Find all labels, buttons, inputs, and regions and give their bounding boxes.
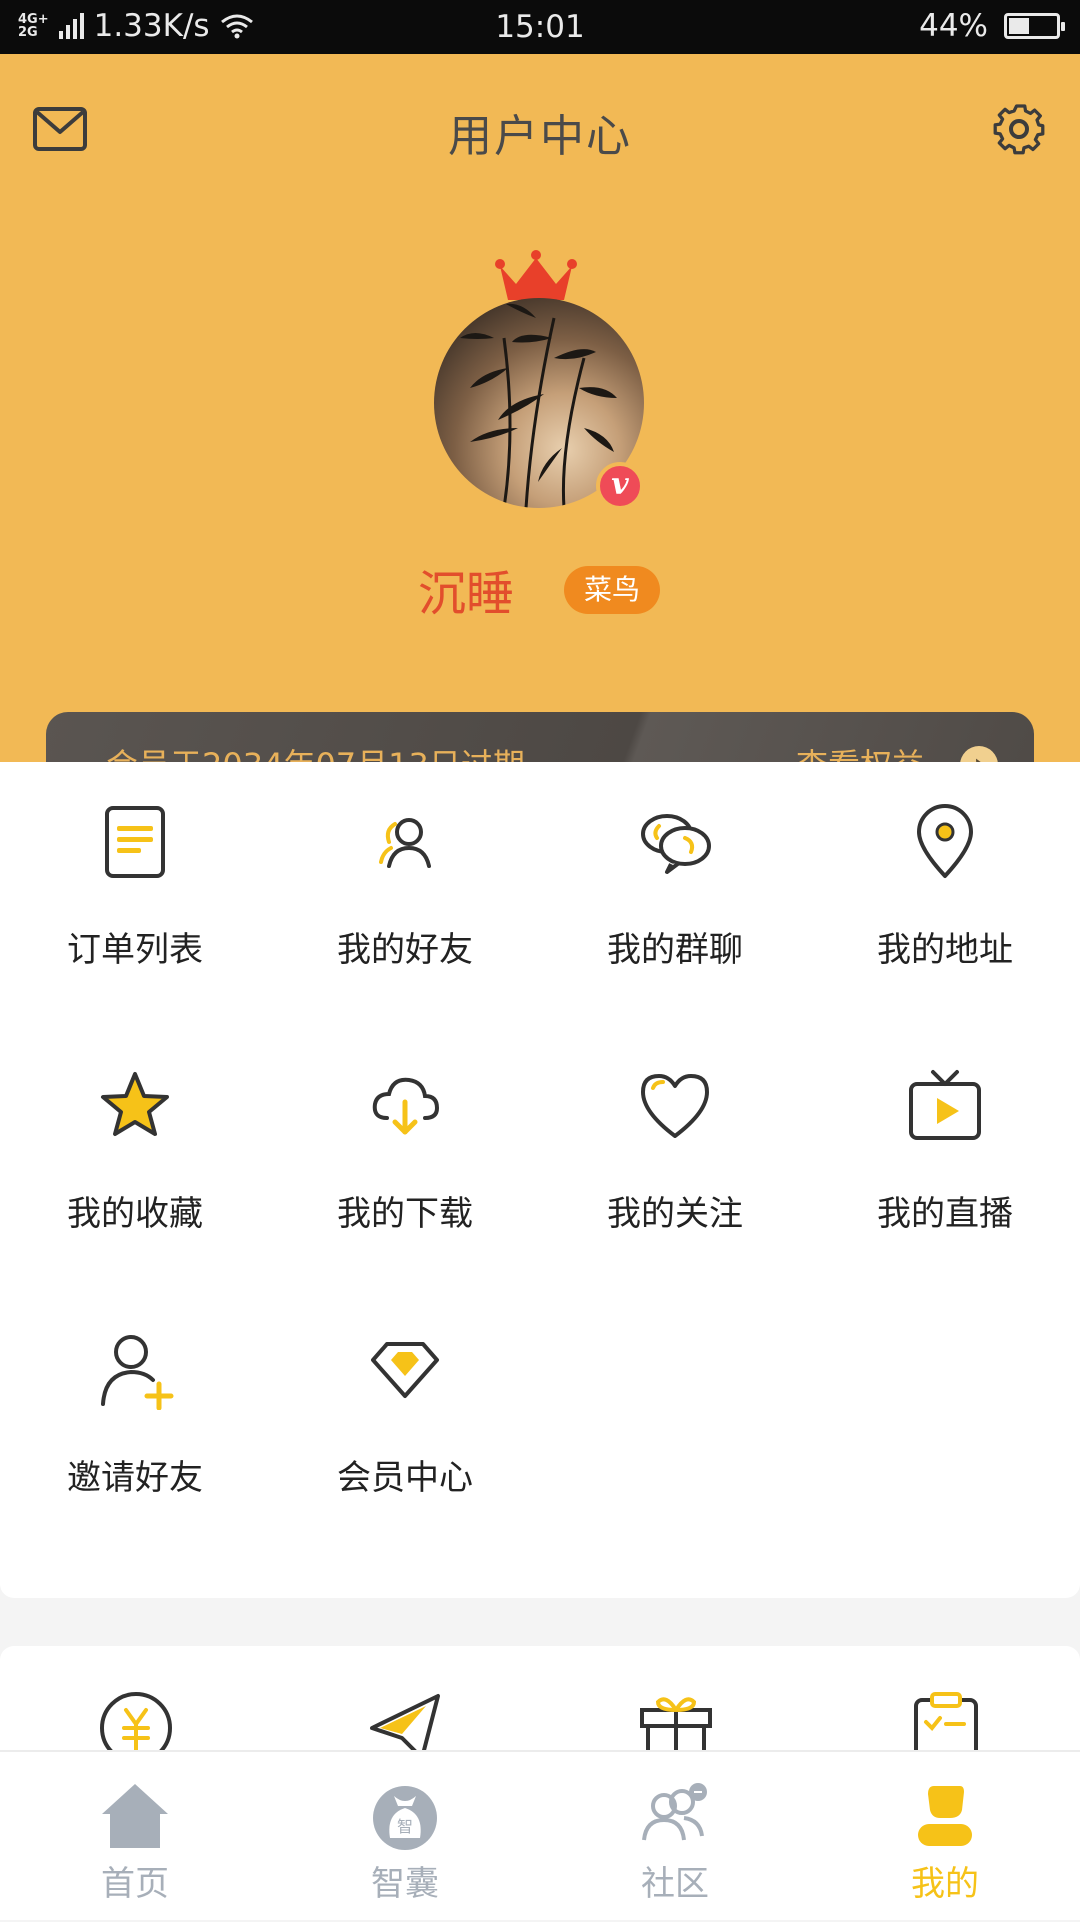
tv-play-icon: [909, 1070, 981, 1140]
diamond-icon: [371, 1342, 439, 1398]
tools-row: [0, 1646, 1080, 1756]
menu-item-downloads[interactable]: 我的下载: [270, 1026, 540, 1266]
menu-label: 我的关注: [607, 1194, 743, 1234]
money-bag-icon: 智: [373, 1786, 437, 1850]
menu-item-following[interactable]: 我的关注: [540, 1026, 810, 1266]
menu-item-group-chat[interactable]: 我的群聊: [540, 762, 810, 1002]
menu-label: 我的地址: [877, 930, 1013, 970]
group-chat-icon: [641, 814, 711, 874]
level-badge: 菜鸟: [564, 566, 660, 614]
money-bag-text: 智: [397, 1817, 413, 1836]
menu-label: 我的好友: [337, 930, 473, 970]
menu-label: 我的群聊: [607, 930, 743, 970]
heart-icon: [641, 1074, 709, 1138]
menu-label: 订单列表: [67, 930, 203, 970]
page-title: 用户中心: [448, 111, 632, 162]
order-list-icon: [105, 806, 165, 878]
status-bar: 4G+ 2G 1.33K/s 15:01 44%: [0, 0, 1080, 54]
verified-badge: v: [596, 462, 644, 510]
tab-label: 我的: [911, 1864, 979, 1904]
menu-label: 我的收藏: [67, 1194, 203, 1234]
menu-item-live[interactable]: 我的直播: [810, 1026, 1080, 1266]
bottom-tab-bar: 首页 智 智囊 社区 我的: [0, 1750, 1080, 1920]
avatar-area[interactable]: v: [434, 248, 644, 518]
tab-label: 社区: [641, 1864, 709, 1904]
menu-label: 会员中心: [337, 1458, 473, 1498]
menu-item-address[interactable]: 我的地址: [810, 762, 1080, 1002]
menu-grid: 订单列表 我的好友 我的群聊 我的地址 我的收藏 我的下载 我的关注 我的直播 …: [0, 762, 1080, 1598]
person-icon: [918, 1786, 972, 1846]
tab-home[interactable]: 首页: [0, 1752, 270, 1922]
gift-box-icon[interactable]: [636, 1688, 716, 1756]
username: 沉睡: [418, 566, 515, 622]
menu-label: 我的直播: [877, 1194, 1013, 1234]
star-icon: [101, 1072, 169, 1136]
community-icon: [642, 1783, 707, 1841]
clock: 15:01: [495, 9, 585, 45]
tab-label: 智囊: [371, 1864, 439, 1904]
gear-icon[interactable]: [990, 100, 1048, 158]
menu-item-order-list[interactable]: 订单列表: [0, 762, 270, 1002]
location-pin-icon: [917, 804, 973, 878]
menu-item-invite[interactable]: 邀请好友: [0, 1290, 270, 1530]
menu-item-friends[interactable]: 我的好友: [270, 762, 540, 1002]
tab-mine[interactable]: 我的: [810, 1752, 1080, 1922]
cloud-download-icon: [372, 1077, 440, 1135]
menu-label: 邀请好友: [67, 1458, 203, 1498]
status-right: 44%: [919, 8, 1065, 44]
paper-plane-icon[interactable]: [366, 1688, 446, 1756]
tab-label: 首页: [101, 1864, 169, 1904]
menu-label: 我的下载: [337, 1194, 473, 1234]
tab-think-tank[interactable]: 智 智囊: [270, 1752, 540, 1922]
add-user-icon: [101, 1335, 174, 1410]
yuan-coin-icon[interactable]: [96, 1688, 176, 1756]
friends-icon: [379, 818, 431, 868]
user-header: 用户中心 v 沉睡 菜鸟: [0, 54, 1080, 816]
home-icon: [102, 1784, 168, 1848]
menu-item-vip-center[interactable]: 会员中心: [270, 1290, 540, 1530]
tab-community[interactable]: 社区: [540, 1752, 810, 1922]
battery-icon: [1004, 13, 1065, 39]
battery-percent: 44%: [919, 8, 988, 44]
clipboard-checklist-icon[interactable]: [906, 1688, 986, 1756]
menu-item-favorites[interactable]: 我的收藏: [0, 1026, 270, 1266]
